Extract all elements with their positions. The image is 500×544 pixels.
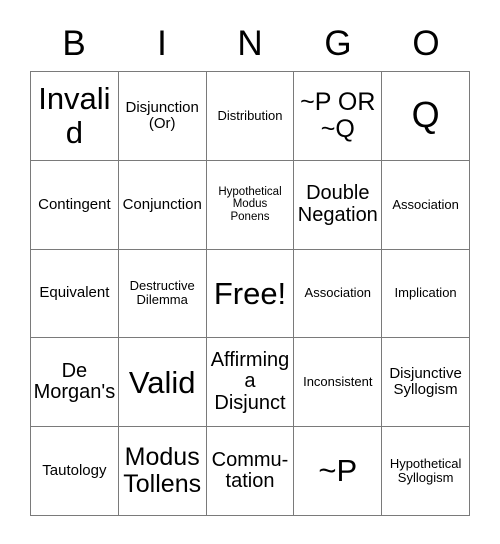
bingo-cell[interactable]: Disjunctive Syllogism	[382, 338, 470, 428]
bingo-cell-label: Disjunction (Or)	[125, 98, 199, 132]
bingo-cell[interactable]: Valid	[118, 338, 207, 428]
bingo-cell[interactable]: Tautology	[31, 427, 119, 516]
bingo-cell-label: ~P	[318, 453, 358, 489]
bingo-cell-label: Invalid	[38, 81, 111, 150]
bingo-cell-label: Distribution	[217, 107, 283, 123]
bingo-cell[interactable]: Hypothetical Modus Ponens	[206, 160, 295, 250]
bingo-cell[interactable]: Modus Tollens	[118, 427, 207, 516]
bingo-cell[interactable]: Implication	[382, 249, 470, 339]
bingo-cell-label: Destructive Dilemma	[129, 278, 195, 308]
bingo-cell-free[interactable]: Free!	[206, 249, 295, 339]
bingo-cell[interactable]: Destructive Dilemma	[118, 249, 207, 339]
bingo-cell-label: Inconsistent	[303, 374, 373, 390]
bingo-cell-label: Free!	[213, 275, 287, 311]
header-letter-g: G	[324, 23, 352, 63]
bingo-cell[interactable]: ~P	[294, 427, 383, 516]
bingo-cell[interactable]: De Morgan's	[31, 338, 119, 428]
bingo-cell-label: Tautology	[42, 462, 107, 479]
bingo-cell[interactable]: Invalid	[31, 72, 119, 161]
bingo-cell[interactable]: ~P OR ~Q	[294, 72, 383, 161]
bingo-cell-label: Double Negation	[297, 182, 378, 226]
header-letter-i: I	[157, 23, 167, 63]
bingo-cell-label: De Morgan's	[33, 359, 116, 404]
bingo-cell-label: Implication	[394, 285, 457, 301]
bingo-cell-label: Disjunctive Syllogism	[389, 365, 462, 399]
bingo-cell[interactable]: Disjunction (Or)	[118, 72, 207, 161]
bingo-header: B I N G O	[30, 18, 470, 68]
bingo-cell[interactable]: Distribution	[206, 72, 295, 161]
bingo-cell[interactable]: Conjunction	[118, 160, 207, 250]
bingo-cell[interactable]: Commu- tation	[206, 427, 295, 516]
header-letter-o: O	[412, 23, 440, 63]
bingo-cell[interactable]: Equivalent	[31, 249, 119, 339]
bingo-cell-label: Valid	[128, 364, 196, 400]
bingo-cell[interactable]: Association	[382, 160, 470, 250]
bingo-cell-label: Association	[304, 285, 372, 301]
bingo-card: B I N G O Invalid Disjunction (Or) Distr…	[0, 0, 500, 544]
bingo-cell[interactable]: Hypothetical Syllogism	[382, 427, 470, 516]
bingo-cell-label: Association	[392, 196, 459, 212]
bingo-cell[interactable]: Affirming a Disjunct	[206, 338, 295, 428]
bingo-cell[interactable]: Association	[294, 249, 383, 339]
bingo-cell-label: Modus Tollens	[123, 443, 202, 499]
bingo-cell-label: Conjunction	[122, 195, 202, 213]
bingo-cell-label: Contingent	[38, 195, 111, 213]
bingo-grid: Invalid Disjunction (Or) Distribution ~P…	[30, 71, 470, 516]
bingo-cell-label: Hypothetical Modus Ponens	[218, 186, 282, 223]
bingo-cell[interactable]: Q	[382, 72, 470, 161]
bingo-cell-label: Hypothetical Syllogism	[389, 456, 462, 486]
bingo-cell-label: Commu- tation	[211, 448, 289, 493]
bingo-cell-label: Q	[411, 94, 440, 136]
header-letter-n: N	[237, 23, 263, 63]
bingo-cell-label: Equivalent	[39, 284, 110, 302]
bingo-cell[interactable]: Contingent	[31, 160, 119, 250]
bingo-cell[interactable]: Double Negation	[294, 160, 383, 250]
header-letter-b: B	[62, 23, 86, 63]
bingo-cell-label: ~P OR ~Q	[300, 87, 376, 143]
bingo-cell-label: Affirming a Disjunct	[210, 348, 290, 415]
bingo-cell[interactable]: Inconsistent	[294, 338, 383, 428]
